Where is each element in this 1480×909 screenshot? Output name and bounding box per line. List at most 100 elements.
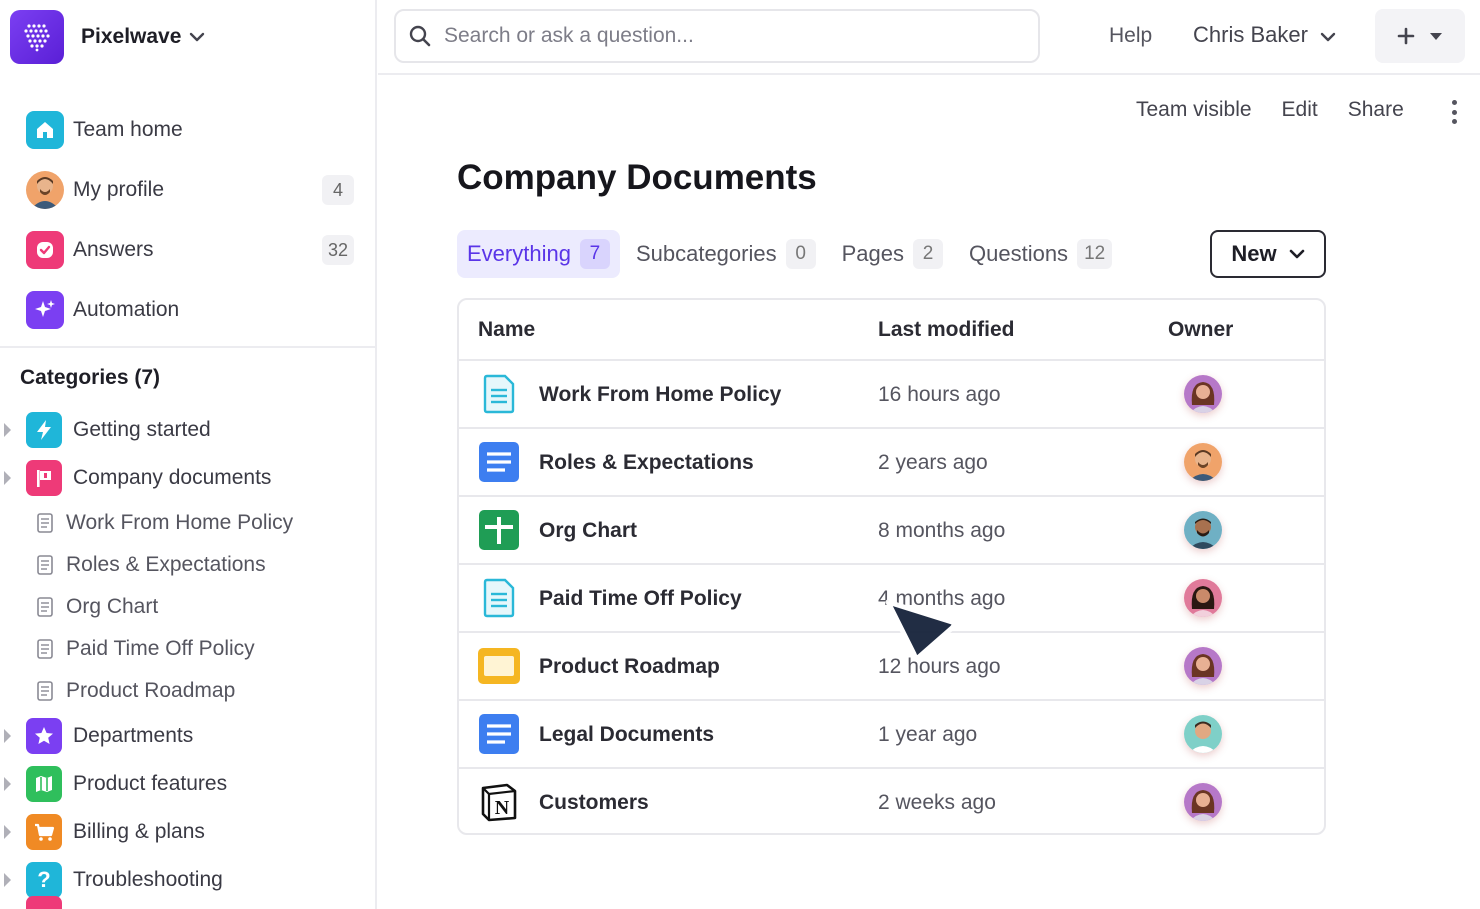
avatar — [26, 171, 64, 209]
table-row[interactable]: Roles & Expectations 2 years ago — [459, 429, 1324, 497]
new-button[interactable]: New — [1210, 230, 1326, 278]
expand-caret-icon[interactable] — [4, 825, 11, 839]
tab-pages[interactable]: Pages 2 — [832, 230, 953, 278]
count-badge: 2 — [913, 239, 943, 269]
column-header-owner[interactable]: Owner — [1168, 318, 1233, 342]
page-actions: Team visible Edit Share — [1136, 98, 1434, 122]
answers-icon — [26, 231, 64, 269]
categories-heading: Categories (7) — [20, 366, 161, 389]
column-header-name[interactable]: Name — [478, 318, 535, 342]
nav-label: Automation — [73, 298, 180, 321]
nav-item-automation[interactable]: Automation — [26, 280, 356, 340]
tab-subcategories[interactable]: Subcategories 0 — [626, 230, 826, 278]
main-nav: Team home My profile 4 Answers 32 Automa… — [26, 100, 356, 340]
tab-label: Subcategories — [635, 241, 777, 266]
svg-text:N: N — [495, 797, 510, 819]
workspace-switcher[interactable]: Pixelwave — [10, 10, 205, 64]
tab-label: Everything — [467, 241, 571, 266]
table-row[interactable]: N Customers 2 weeks ago — [459, 769, 1324, 833]
category-label: Getting started — [73, 418, 211, 441]
visibility-button[interactable]: Team visible — [1136, 98, 1252, 122]
subpage-item[interactable]: Paid Time Off Policy — [0, 628, 375, 670]
nav-item-team-home[interactable]: Team home — [26, 100, 356, 160]
subpage-item[interactable]: Roles & Expectations — [0, 544, 375, 586]
table-row[interactable]: Work From Home Policy 16 hours ago — [459, 361, 1324, 429]
last-modified: 16 hours ago — [878, 383, 1001, 406]
category-departments[interactable]: Departments — [0, 712, 375, 760]
user-menu[interactable]: Chris Baker — [1193, 22, 1336, 48]
document-name: Org Chart — [539, 519, 638, 542]
notion-icon: N — [478, 781, 520, 823]
expand-caret-icon[interactable] — [4, 423, 11, 437]
document-name: Product Roadmap — [539, 655, 720, 678]
tab-label: Questions — [969, 241, 1069, 266]
chevron-down-icon — [1289, 249, 1304, 259]
nav-label: My profile — [73, 178, 165, 201]
page-icon — [37, 513, 53, 533]
subpage-item[interactable]: Work From Home Policy — [0, 502, 375, 544]
pointer-cursor-icon — [880, 592, 960, 669]
help-link[interactable]: Help — [1109, 24, 1152, 48]
top-bar: Help Chris Baker — [378, 0, 1480, 75]
flag-icon — [26, 460, 62, 496]
owner-avatar — [1184, 715, 1222, 753]
owner-avatar — [1184, 783, 1222, 821]
expand-caret-icon[interactable] — [4, 471, 11, 485]
document-name: Work From Home Policy — [539, 383, 782, 406]
category-billing-plans[interactable]: Billing & plans — [0, 808, 375, 856]
tab-everything[interactable]: Everything 7 — [457, 230, 620, 278]
doc-light-icon — [478, 577, 520, 619]
expand-caret-icon[interactable] — [4, 729, 11, 743]
category-tree: Getting started Company documents Work F… — [0, 406, 375, 909]
doc-blue-icon — [478, 441, 520, 483]
page-icon — [37, 597, 53, 617]
map-icon — [26, 766, 62, 802]
page-icon — [37, 555, 53, 575]
page-title: Company Documents — [457, 158, 817, 197]
category-product-features[interactable]: Product features — [0, 760, 375, 808]
subpage-item[interactable]: Product Roadmap — [0, 670, 375, 712]
nav-label: Answers — [73, 238, 154, 261]
subpage-item[interactable]: Org Chart — [0, 586, 375, 628]
column-header-modified[interactable]: Last modified — [878, 318, 1015, 342]
category-partial — [0, 896, 375, 909]
category-label: Troubleshooting — [73, 868, 223, 891]
last-modified: 8 months ago — [878, 519, 1006, 542]
edit-button[interactable]: Edit — [1282, 98, 1318, 122]
sheet-green-icon — [478, 509, 520, 551]
last-modified: 2 weeks ago — [878, 791, 996, 814]
category-getting-started[interactable]: Getting started — [0, 406, 375, 454]
count-badge: 7 — [579, 239, 610, 269]
subpage-label: Org Chart — [66, 595, 159, 618]
table-row[interactable]: Org Chart 8 months ago — [459, 497, 1324, 565]
lightning-icon — [26, 412, 62, 448]
nav-item-my-profile[interactable]: My profile 4 — [26, 160, 356, 220]
search-input[interactable] — [444, 24, 1004, 48]
category-company-documents[interactable]: Company documents — [0, 454, 375, 502]
question-icon: ? — [26, 862, 62, 898]
share-button[interactable]: Share — [1348, 98, 1404, 122]
last-modified: 1 year ago — [878, 723, 978, 746]
sparkle-icon — [26, 291, 64, 329]
documents-table: Name Last modified Owner Work From Home … — [457, 298, 1326, 835]
expand-caret-icon[interactable] — [4, 777, 11, 791]
category-label: Departments — [73, 724, 194, 747]
owner-avatar — [1184, 647, 1222, 685]
owner-avatar — [1184, 443, 1222, 481]
document-name: Customers — [539, 791, 649, 814]
document-name: Legal Documents — [539, 723, 715, 746]
last-modified: 2 years ago — [878, 451, 988, 474]
expand-caret-icon[interactable] — [4, 873, 11, 887]
new-button-label: New — [1231, 241, 1277, 266]
owner-avatar — [1184, 579, 1222, 617]
tab-questions[interactable]: Questions 12 — [959, 230, 1122, 278]
nav-item-answers[interactable]: Answers 32 — [26, 220, 356, 280]
search-bar[interactable] — [394, 9, 1040, 63]
table-row[interactable]: Legal Documents 1 year ago — [459, 701, 1324, 769]
doc-light-icon — [478, 373, 520, 415]
document-name: Paid Time Off Policy — [539, 587, 742, 610]
create-button[interactable] — [1375, 9, 1465, 63]
count-badge: 12 — [1077, 239, 1113, 269]
subpage-label: Paid Time Off Policy — [66, 637, 255, 660]
more-options-icon[interactable] — [1446, 98, 1462, 126]
